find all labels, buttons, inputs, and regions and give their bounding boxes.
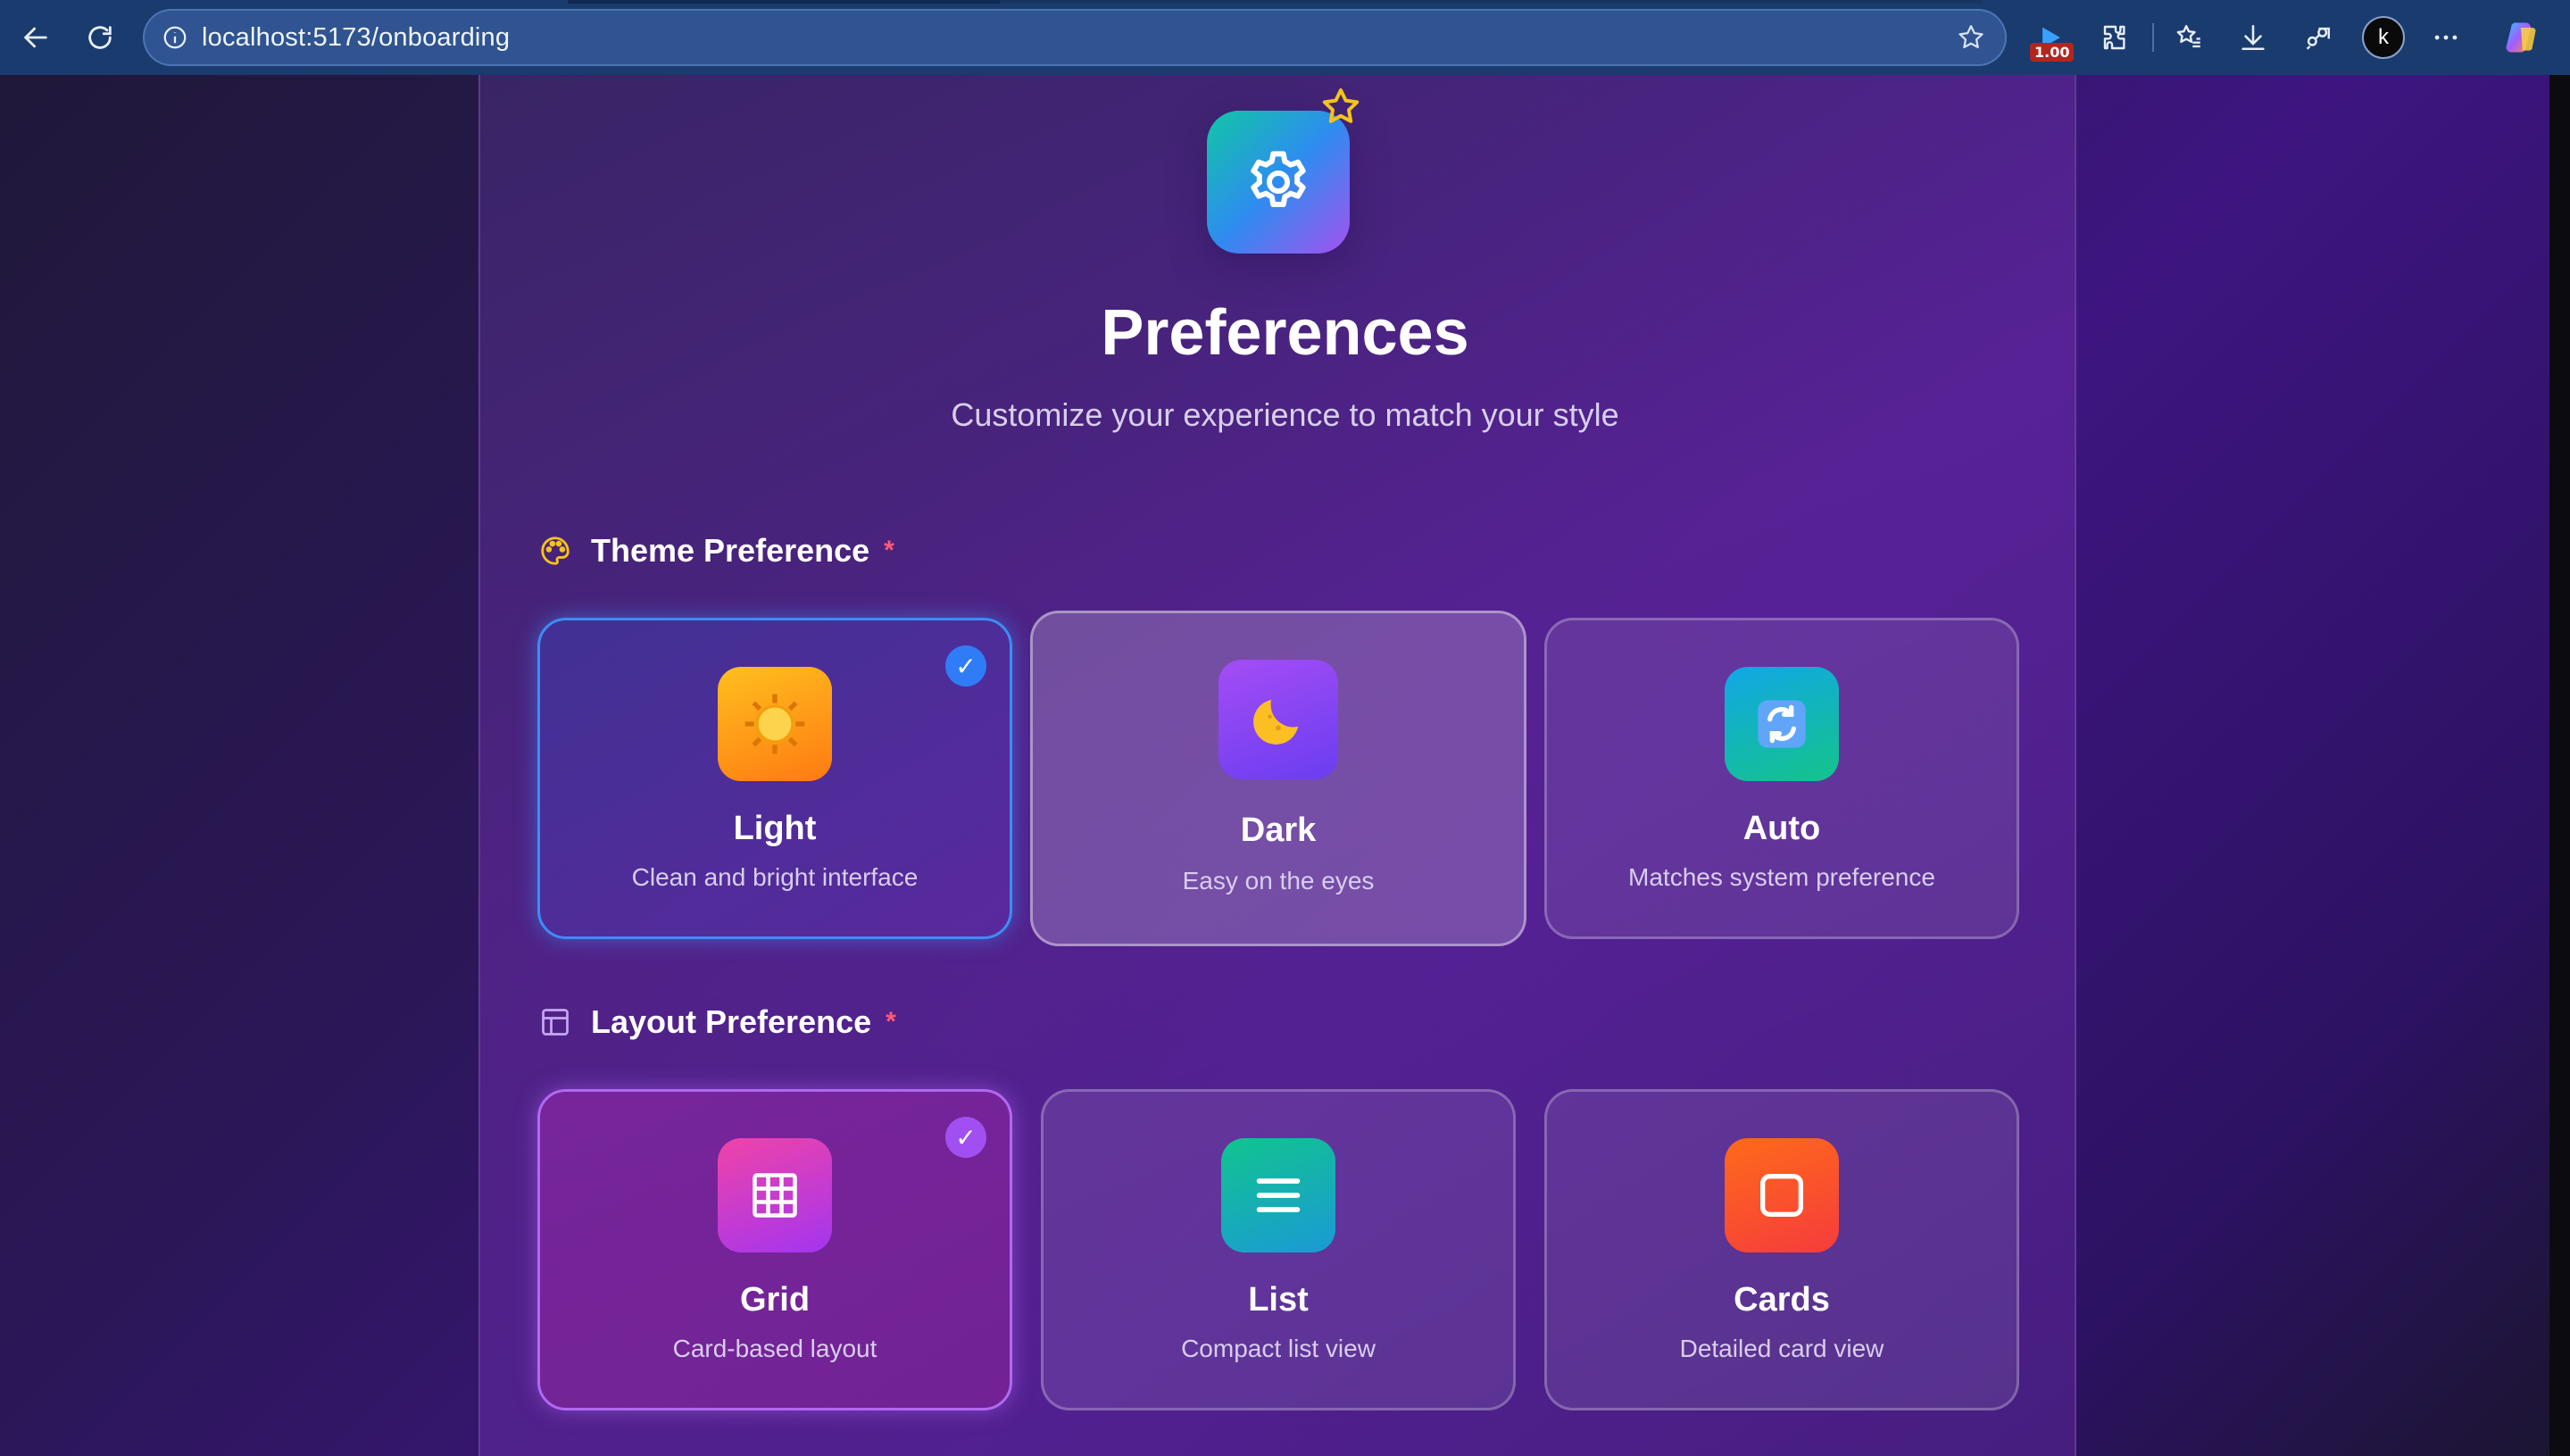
- option-description: Clean and bright interface: [631, 863, 919, 891]
- more-options-icon[interactable]: [2421, 12, 2471, 62]
- option-title: Light: [733, 810, 817, 847]
- theme-section-title: Theme Preference: [591, 532, 870, 569]
- back-arrow-icon: [23, 27, 47, 48]
- collections-icon[interactable]: [2292, 12, 2342, 62]
- layout-option-list[interactable]: List Compact list view: [1041, 1089, 1516, 1410]
- option-description: Matches system preference: [1628, 863, 1935, 891]
- favorites-list-icon[interactable]: [2164, 12, 2214, 62]
- moon-icon: [1218, 660, 1338, 779]
- list-icon: [1221, 1138, 1335, 1252]
- theme-option-dark[interactable]: Dark Easy on the eyes: [1030, 611, 1526, 946]
- card-icon: [1725, 1138, 1839, 1252]
- site-info-icon[interactable]: [157, 20, 193, 55]
- tab-strip-edge: [568, 0, 1002, 4]
- required-asterisk: *: [884, 536, 894, 565]
- palette-icon: [537, 533, 573, 569]
- sync-icon: [1725, 667, 1839, 781]
- address-bar[interactable]: localhost:5173/onboarding: [143, 9, 2007, 66]
- back-button[interactable]: [11, 12, 61, 62]
- layout-section-title: Layout Preference: [591, 1003, 872, 1040]
- option-description: Card-based layout: [672, 1335, 877, 1362]
- page-title: Preferences: [1101, 297, 1469, 369]
- gear-icon: [1251, 151, 1306, 207]
- window-edge: [2549, 75, 2570, 1456]
- layout-option-grid[interactable]: ✓ Grid Card-based layout: [537, 1089, 1012, 1410]
- layout-option-cards[interactable]: Cards Detailed card view: [1544, 1089, 2019, 1410]
- downloads-icon[interactable]: [2228, 12, 2278, 62]
- page-subtitle: Customize your experience to match your …: [951, 396, 1619, 433]
- tab-strip-edge: [1000, 0, 1982, 4]
- copilot-icon[interactable]: [2496, 12, 2546, 62]
- browser-toolbar: localhost:5173/onboarding 1.00 k: [0, 0, 2570, 75]
- profile-avatar[interactable]: k: [2362, 16, 2405, 59]
- option-description: Detailed card view: [1679, 1335, 1884, 1362]
- extensions-puzzle-icon[interactable]: [2091, 12, 2141, 62]
- star-badge-icon: [1322, 88, 1360, 123]
- option-title: Cards: [1734, 1281, 1830, 1319]
- theme-section-label: Theme Preference *: [537, 532, 894, 570]
- layout-icon: [537, 1004, 573, 1040]
- option-description: Easy on the eyes: [1182, 867, 1375, 894]
- option-title: Dark: [1240, 811, 1317, 849]
- option-title: Grid: [739, 1281, 811, 1319]
- option-title: Auto: [1742, 810, 1821, 847]
- settings-logo: [1207, 111, 1350, 254]
- grid-icon: [718, 1138, 832, 1252]
- sun-icon: [718, 667, 832, 781]
- theme-option-auto[interactable]: Auto Matches system preference: [1544, 618, 2019, 939]
- layout-section-label: Layout Preference *: [537, 1003, 896, 1041]
- toolbar-separator: [2152, 23, 2154, 52]
- reload-button[interactable]: [75, 12, 125, 62]
- option-description: Compact list view: [1181, 1335, 1376, 1362]
- theme-option-light[interactable]: ✓ Light Clean and bright interface: [537, 618, 1012, 939]
- selected-check-icon: ✓: [945, 645, 986, 686]
- selected-check-icon: ✓: [945, 1117, 986, 1158]
- option-title: List: [1248, 1281, 1309, 1319]
- favorite-star-icon[interactable]: [1953, 20, 1989, 55]
- required-asterisk: *: [886, 1007, 896, 1036]
- extension-badge: 1.00: [2030, 43, 2075, 62]
- url-text[interactable]: localhost:5173/onboarding: [202, 23, 510, 53]
- reload-icon: [88, 26, 112, 49]
